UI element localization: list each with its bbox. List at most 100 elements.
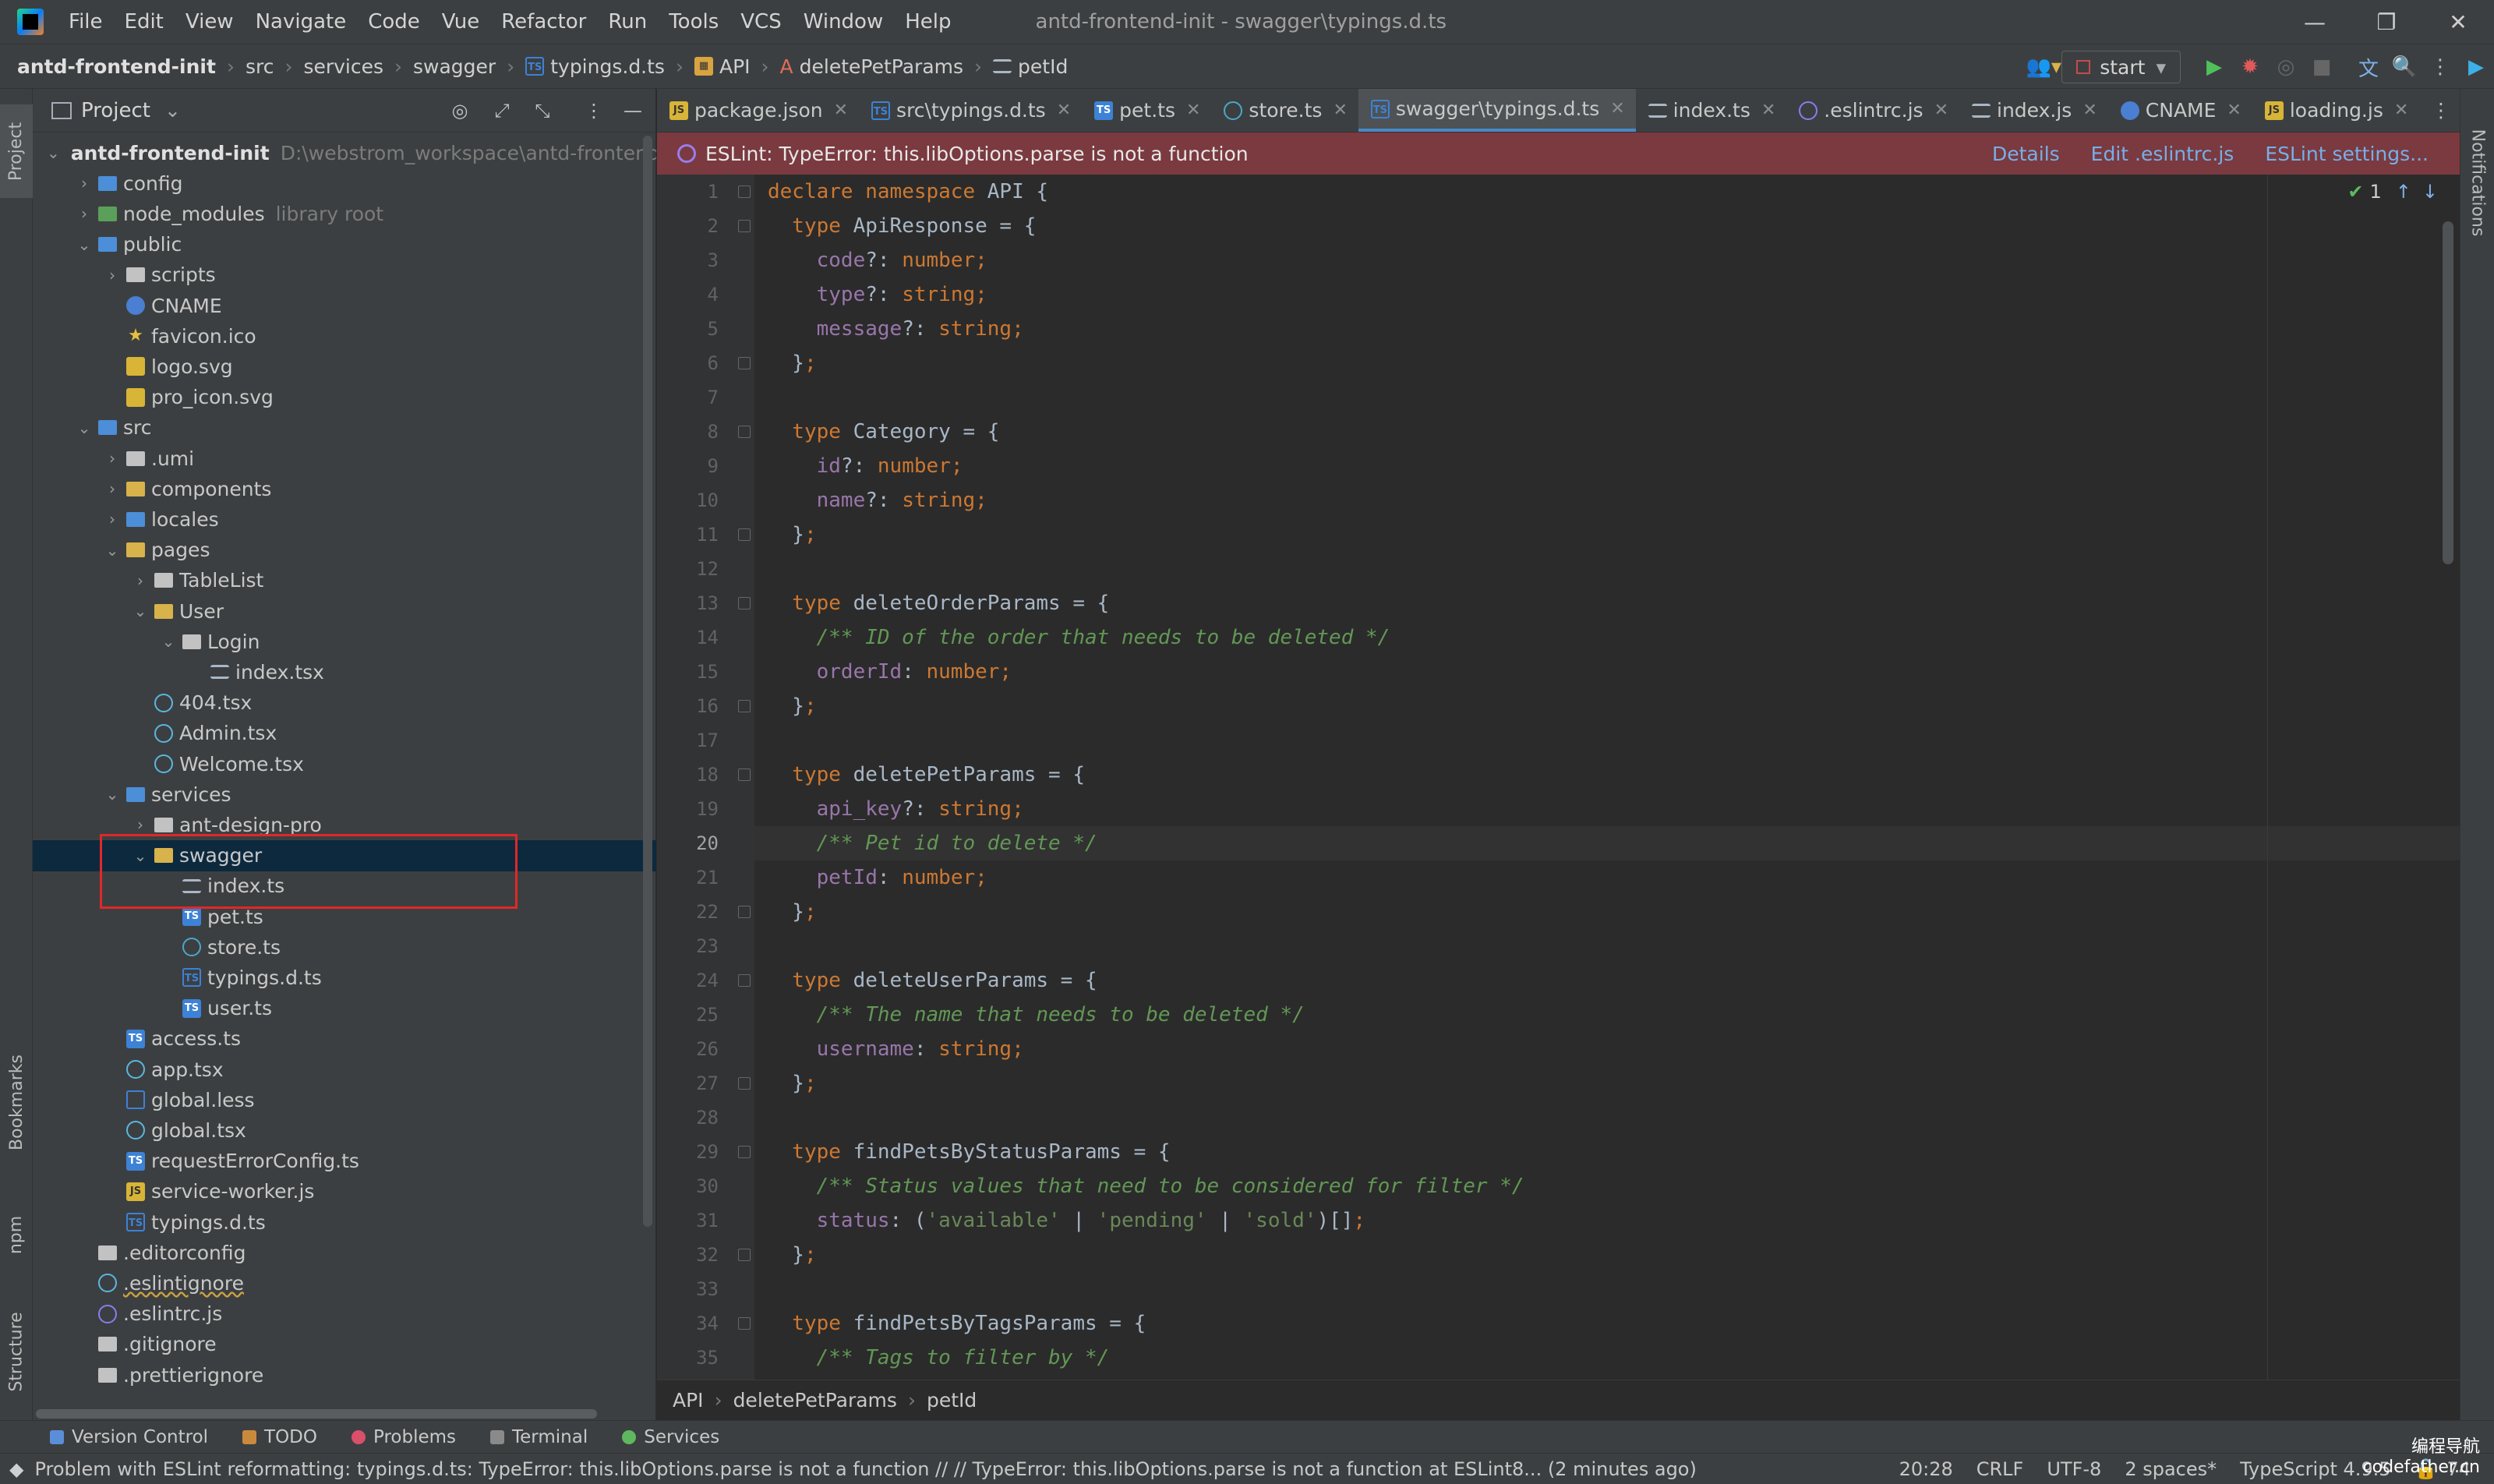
tree-node[interactable]: ⌄ swagger — [33, 839, 656, 871]
options-icon[interactable]: ⋮ — [580, 97, 608, 125]
todo-button[interactable]: TODO — [242, 1427, 317, 1447]
close-tab-icon[interactable]: ✕ — [1761, 101, 1775, 120]
nav-crumb-namespace[interactable]: ▦ API — [694, 55, 751, 78]
chevron-down-icon[interactable]: ⌄ — [103, 785, 122, 804]
tree-node[interactable]: index.ts — [33, 871, 656, 902]
fold-marker-icon[interactable] — [738, 1249, 751, 1261]
editor-tab[interactable]: JS package.json ✕ — [657, 89, 859, 132]
chevron-down-icon[interactable]: ⌄ — [131, 602, 150, 620]
nav-crumb-swagger[interactable]: swagger — [413, 55, 496, 78]
search-icon[interactable]: 🔍 — [2386, 49, 2422, 85]
line-number[interactable]: 18 — [664, 764, 719, 786]
fold-marker-icon[interactable] — [738, 974, 751, 987]
more-vertical-icon[interactable]: ⋮ — [2422, 49, 2458, 85]
line-number[interactable]: 12 — [664, 558, 719, 580]
code-line[interactable]: }; — [768, 689, 816, 723]
line-number[interactable]: 25 — [664, 1004, 719, 1026]
more-tabs-icon[interactable]: ⋮ — [2422, 89, 2460, 132]
line-number[interactable]: 13 — [664, 592, 719, 614]
expand-all-icon[interactable]: ⤢ — [488, 97, 516, 125]
line-number[interactable]: 7 — [664, 387, 719, 408]
indent-setting[interactable]: 2 spaces* — [2125, 1458, 2217, 1480]
tree-node[interactable]: TS requestErrorConfig.ts — [33, 1146, 656, 1177]
fold-marker-icon[interactable] — [738, 768, 751, 781]
restore-button[interactable]: ❐ — [2351, 0, 2422, 44]
line-number[interactable]: 9 — [664, 455, 719, 477]
line-number[interactable]: 26 — [664, 1038, 719, 1060]
editor-tab[interactable]: TS pet.ts ✕ — [1082, 89, 1211, 132]
fold-marker-icon[interactable] — [738, 906, 751, 918]
run-configuration-select[interactable]: start ▾ — [2061, 51, 2181, 83]
fold-marker-icon[interactable] — [738, 186, 751, 198]
stop-icon[interactable]: ■ — [2304, 49, 2340, 85]
tree-node[interactable]: .gitignore — [33, 1329, 656, 1360]
tree-node[interactable]: logo.svg — [33, 351, 656, 382]
code-line[interactable]: orderId: number; — [768, 655, 1012, 689]
edit-eslintrc-link[interactable]: Edit .eslintrc.js — [2091, 143, 2234, 165]
tree-node[interactable]: › locales — [33, 504, 656, 535]
tree-node[interactable]: › components — [33, 473, 656, 504]
fold-marker-icon[interactable] — [738, 1146, 751, 1158]
tree-node[interactable]: TS user.ts — [33, 993, 656, 1024]
line-number[interactable]: 19 — [664, 798, 719, 820]
menu-refactor[interactable]: Refactor — [501, 10, 586, 34]
line-number[interactable]: 24 — [664, 970, 719, 991]
menu-vcs[interactable]: VCS — [740, 10, 781, 34]
code-line[interactable]: code?: number; — [768, 243, 987, 277]
code-line[interactable]: /** The name that needs to be deleted */ — [768, 998, 1305, 1032]
details-link[interactable]: Details — [1992, 143, 2060, 165]
line-number[interactable]: 3 — [664, 249, 719, 271]
breadcrumb-namespace[interactable]: API — [673, 1389, 704, 1412]
close-tab-icon[interactable]: ✕ — [1934, 101, 1948, 120]
tree-node[interactable]: index.tsx — [33, 656, 656, 687]
close-tab-icon[interactable]: ✕ — [2227, 101, 2241, 120]
code-line[interactable]: api_key?: string; — [768, 792, 1024, 826]
tree-node[interactable]: › config — [33, 168, 656, 199]
tree-node[interactable]: global.less — [33, 1084, 656, 1115]
tree-node[interactable]: 404.tsx — [33, 687, 656, 719]
nav-crumb-src[interactable]: src — [246, 55, 274, 78]
editor-tab[interactable]: index.ts ✕ — [1636, 89, 1787, 132]
line-number[interactable]: 4 — [664, 284, 719, 306]
tree-node[interactable]: app.tsx — [33, 1054, 656, 1085]
terminal-button[interactable]: Terminal — [490, 1427, 588, 1447]
tree-node[interactable]: TS typings.d.ts — [33, 962, 656, 993]
line-number[interactable]: 20 — [664, 832, 719, 854]
line-number[interactable]: 6 — [664, 352, 719, 374]
tree-node[interactable]: ⌄ services — [33, 779, 656, 810]
code-line[interactable]: }; — [768, 346, 816, 380]
code-line[interactable]: /** ID of the order that needs to be del… — [768, 620, 1390, 655]
line-number[interactable]: 22 — [664, 901, 719, 923]
fold-marker-icon[interactable] — [738, 220, 751, 232]
next-highlight-icon[interactable]: ↓ — [2422, 181, 2438, 203]
profile-icon[interactable]: ◎ — [2268, 49, 2304, 85]
line-number[interactable]: 32 — [664, 1244, 719, 1266]
code-line[interactable]: username: string; — [768, 1032, 1024, 1066]
fold-marker-icon[interactable] — [738, 1077, 751, 1090]
nav-crumb-type[interactable]: AdeletePetParams — [780, 55, 964, 78]
code-line[interactable]: type deletePetParams = { — [768, 758, 1085, 792]
close-tab-icon[interactable]: ✕ — [834, 101, 848, 120]
tree-node[interactable]: TS typings.d.ts — [33, 1207, 656, 1238]
nav-crumb-property[interactable]: petId — [993, 55, 1068, 78]
chevron-right-icon[interactable]: › — [75, 204, 94, 223]
tree-node[interactable]: TS access.ts — [33, 1023, 656, 1055]
code-line[interactable]: id?: number; — [768, 449, 963, 483]
tree-node[interactable]: ⌄ User — [33, 595, 656, 627]
translate-icon[interactable]: 文 — [2351, 49, 2386, 85]
chevron-down-icon[interactable]: ⌄ — [159, 632, 178, 651]
chevron-down-icon[interactable]: ⌄ — [75, 419, 94, 437]
menu-view[interactable]: View — [185, 10, 234, 34]
inspection-widget[interactable]: ✔ 1 ↑ ↓ — [2347, 181, 2438, 203]
nav-crumb-project[interactable]: antd-frontend-init — [17, 55, 216, 78]
chevron-right-icon[interactable]: › — [131, 815, 150, 834]
code-line[interactable]: declare namespace API { — [768, 175, 1048, 209]
editor-tab[interactable]: CNAME ✕ — [2108, 89, 2252, 132]
tree-node[interactable]: TS pet.ts — [33, 901, 656, 932]
tree-node[interactable]: ⌄ antd-frontend-init D:\webstrom_workspace… — [33, 137, 656, 168]
line-number[interactable]: 27 — [664, 1072, 719, 1094]
code-line[interactable]: /** Tags to filter by */ — [768, 1341, 1110, 1375]
tree-node[interactable]: › TableList — [33, 565, 656, 596]
line-number[interactable]: 10 — [664, 489, 719, 511]
line-number[interactable]: 11 — [664, 524, 719, 546]
